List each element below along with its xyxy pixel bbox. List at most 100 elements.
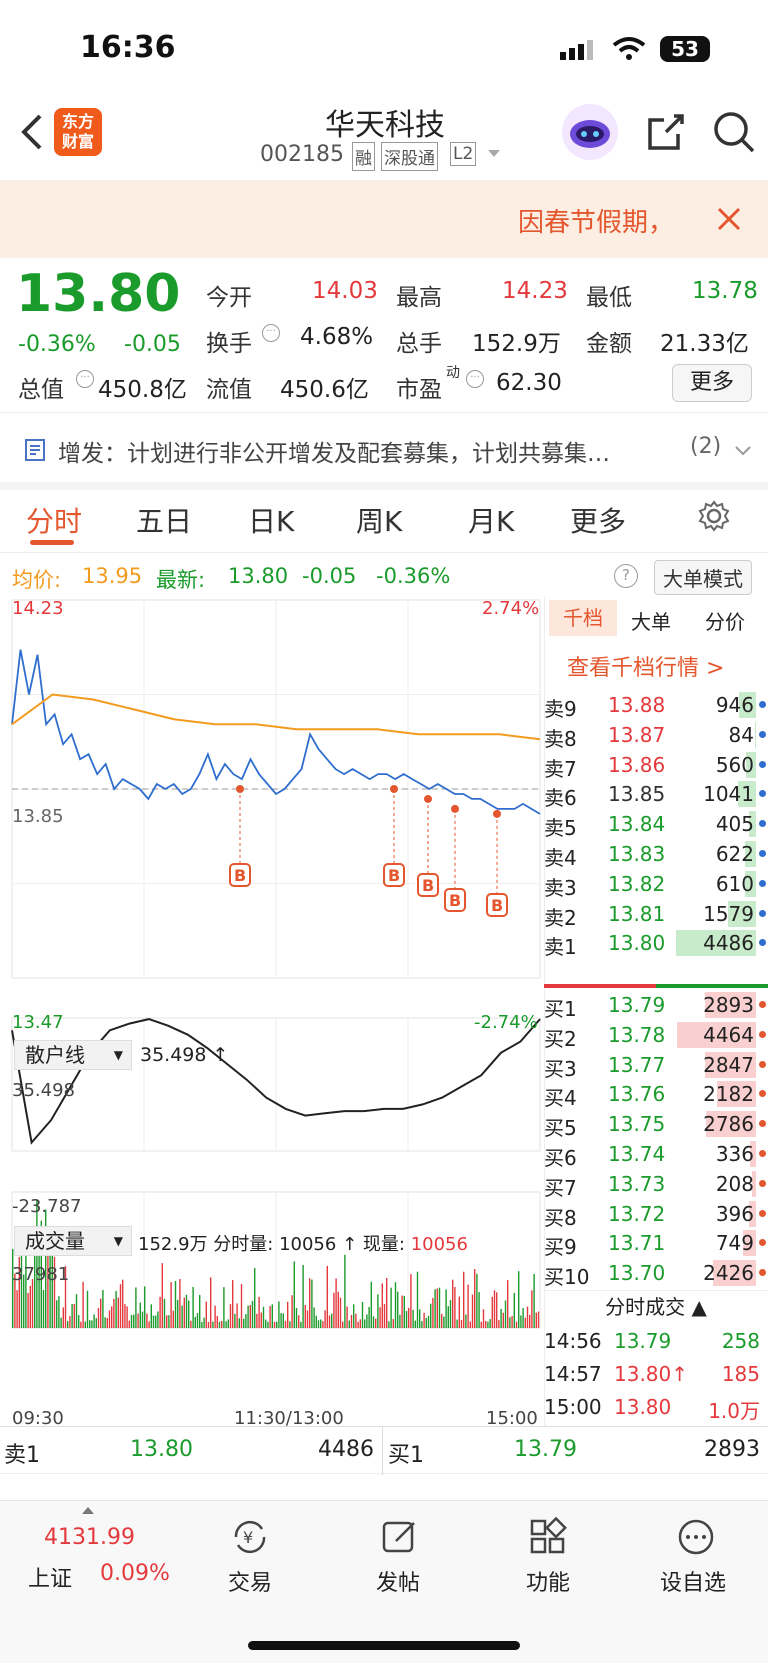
ask-row: 卖3 13.82 610 bbox=[544, 869, 768, 900]
chart-info: 均价: 13.95 最新: 13.80 -0.05 -0.36% ? 大单模式 bbox=[0, 560, 768, 596]
volume-bar bbox=[377, 1294, 379, 1328]
volume-bar bbox=[298, 1315, 300, 1328]
qiandang-link[interactable]: 查看千档行情 > bbox=[567, 650, 724, 682]
tab-qiandang[interactable]: 千档 bbox=[549, 600, 617, 636]
volume-bar bbox=[117, 1297, 119, 1328]
volume-bar bbox=[315, 1315, 317, 1328]
volume-bar bbox=[172, 1310, 174, 1328]
tab-intraday[interactable]: 分时 bbox=[26, 500, 82, 540]
nav-watchlist[interactable]: 设自选 bbox=[660, 1565, 726, 1597]
caret-up-icon bbox=[82, 1507, 94, 1514]
tick-volume: 1.0万 bbox=[708, 1399, 760, 1423]
volume-bar bbox=[93, 1314, 95, 1328]
tab-daily-k[interactable]: 日K bbox=[248, 500, 294, 540]
volume-bar bbox=[474, 1269, 476, 1328]
index-name[interactable]: 上证 bbox=[28, 1561, 72, 1593]
more-dots-icon[interactable] bbox=[676, 1517, 716, 1561]
volume-bar bbox=[295, 1308, 298, 1328]
volume-bar bbox=[89, 1320, 91, 1328]
volume-bar bbox=[370, 1281, 372, 1328]
index-pct[interactable]: 0.09% bbox=[100, 1561, 170, 1586]
tab-fenjia[interactable]: 分价 bbox=[705, 606, 745, 635]
ask-label: 卖3 bbox=[544, 875, 577, 900]
function-icon[interactable] bbox=[528, 1516, 568, 1561]
volume-bar bbox=[144, 1286, 146, 1328]
tick-row: 14:57 13.80↑ 185 bbox=[544, 1359, 768, 1389]
bid-volume: 208 bbox=[715, 1171, 754, 1196]
volume-bar bbox=[42, 1290, 45, 1328]
volume-bar bbox=[311, 1279, 313, 1328]
volume-bar bbox=[102, 1289, 104, 1328]
bid-price: 13.78 bbox=[608, 1022, 666, 1047]
bid-ask-row: 卖1 13.80 4486 买1 13.79 2893 bbox=[0, 1426, 768, 1475]
volume-bar bbox=[485, 1320, 487, 1328]
ask-price: 13.80 bbox=[608, 931, 666, 956]
volume-bar bbox=[276, 1321, 278, 1328]
retail-line-selector[interactable]: 散户线 ▼ bbox=[14, 1040, 132, 1070]
volume-bar bbox=[203, 1317, 205, 1328]
volume-bar bbox=[421, 1321, 423, 1328]
volume-bar bbox=[350, 1314, 353, 1328]
volume-bar bbox=[170, 1282, 172, 1328]
volume-bar bbox=[185, 1294, 188, 1328]
nav-post[interactable]: 发帖 bbox=[376, 1565, 420, 1597]
tab-5day[interactable]: 五日 bbox=[136, 500, 192, 540]
buy-marker-label: B bbox=[422, 876, 434, 895]
volume-bar bbox=[502, 1312, 504, 1328]
volume-bar bbox=[331, 1313, 333, 1328]
volume-bar bbox=[449, 1300, 452, 1328]
volume-bar bbox=[324, 1310, 326, 1328]
volume-bar bbox=[254, 1267, 256, 1328]
volume-bar bbox=[124, 1304, 126, 1328]
nav-trade[interactable]: 交易 bbox=[228, 1565, 272, 1597]
volume-bar bbox=[293, 1261, 295, 1328]
index-value[interactable]: 4131.99 bbox=[44, 1525, 135, 1550]
gear-icon[interactable] bbox=[698, 500, 730, 536]
volume-bar bbox=[265, 1319, 267, 1328]
bid-price: 13.73 bbox=[608, 1171, 666, 1196]
volume-bar bbox=[335, 1278, 337, 1328]
intraday-chart[interactable]: B BBB B bbox=[0, 596, 544, 1396]
volume-bar bbox=[194, 1316, 196, 1328]
volume-bar bbox=[337, 1291, 339, 1328]
ask-volume: 946 bbox=[715, 693, 754, 717]
tab-monthly-k[interactable]: 月K bbox=[468, 500, 514, 540]
volume-bar bbox=[333, 1292, 335, 1328]
bid-label: 买7 bbox=[544, 1175, 577, 1200]
bid-label: 买6 bbox=[544, 1146, 577, 1170]
volume-bar bbox=[425, 1317, 427, 1328]
big-order-mode-button[interactable]: 大单模式 bbox=[654, 560, 752, 595]
home-indicator bbox=[248, 1641, 520, 1650]
volume-bar bbox=[16, 1290, 18, 1328]
bid-label: 买9 bbox=[544, 1235, 577, 1260]
tab-more[interactable]: 更多 bbox=[570, 500, 626, 540]
ask-price: 13.81 bbox=[608, 901, 666, 926]
buy1-volume: 2893 bbox=[704, 1437, 760, 1462]
tab-dadan[interactable]: 大单 bbox=[631, 606, 671, 635]
nav-function[interactable]: 功能 bbox=[526, 1565, 570, 1597]
volume-bar bbox=[163, 1298, 166, 1328]
volume-bar bbox=[410, 1274, 412, 1328]
volume-bar bbox=[106, 1318, 108, 1328]
volume-bar bbox=[251, 1300, 254, 1328]
volume-bar bbox=[214, 1305, 216, 1328]
volume-bar bbox=[414, 1320, 416, 1328]
trade-icon[interactable]: ¥ bbox=[230, 1517, 270, 1561]
volume-selector[interactable]: 成交量 ▼ bbox=[14, 1226, 132, 1256]
volume-bar bbox=[258, 1296, 260, 1328]
volume-bar bbox=[62, 1307, 64, 1328]
post-icon[interactable] bbox=[380, 1517, 420, 1561]
volume-bar bbox=[188, 1300, 190, 1328]
volume-bar bbox=[454, 1287, 456, 1328]
bid-price: 13.70 bbox=[608, 1261, 666, 1286]
pct-tick-low: -2.74% bbox=[474, 1012, 538, 1033]
tab-weekly-k[interactable]: 周K bbox=[356, 500, 402, 540]
volume-bar bbox=[12, 1248, 14, 1328]
ticks-header[interactable]: 分时成交 ▲ bbox=[544, 1290, 768, 1324]
help-icon[interactable]: ? bbox=[614, 564, 638, 588]
volume-bar bbox=[141, 1311, 144, 1328]
volume-bar bbox=[67, 1321, 69, 1328]
volume-bar bbox=[161, 1263, 163, 1328]
volume-bar bbox=[353, 1304, 355, 1328]
volume-bar bbox=[284, 1320, 287, 1328]
